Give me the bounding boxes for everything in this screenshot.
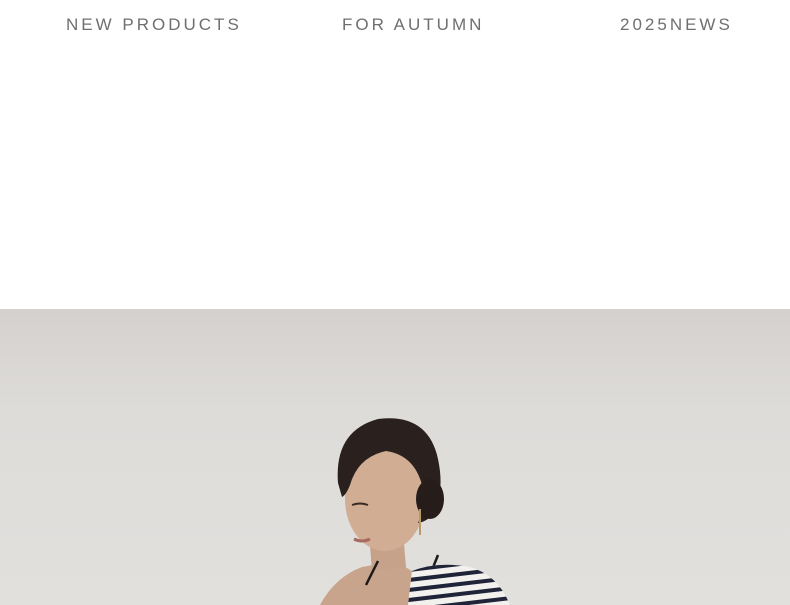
tagline-header: NEW PRODUCTS FOR AUTUMN 2025NEWS — [0, 0, 790, 309]
tagline-for-autumn: FOR AUTUMN — [342, 15, 485, 34]
product-page: NEW PRODUCTS FOR AUTUMN 2025NEWS — [0, 0, 790, 605]
hero-model-image — [0, 309, 790, 605]
tagline-new-products: NEW PRODUCTS — [66, 15, 242, 34]
model-photo — [320, 418, 510, 605]
striped-top — [408, 564, 510, 605]
tagline-2025news: 2025NEWS — [620, 15, 733, 34]
